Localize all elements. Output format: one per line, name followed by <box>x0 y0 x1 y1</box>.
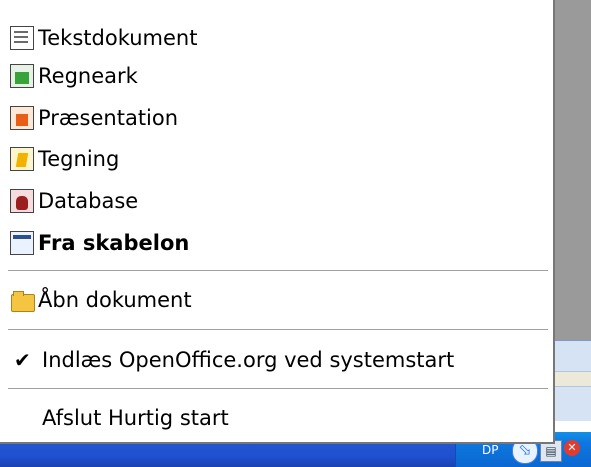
tray-label: DP <box>482 443 499 457</box>
menu-item-aabn-dokument[interactable]: Åbn dokument <box>0 280 553 320</box>
menu-item-database[interactable]: Database <box>0 181 553 221</box>
menu-separator <box>8 329 548 331</box>
security-alert-icon[interactable]: ✕ <box>564 440 580 456</box>
menu-item-label: Præsentation <box>38 106 179 130</box>
menu-item-label: Regneark <box>38 64 138 88</box>
menu-item-fra-skabelon[interactable]: Fra skabelon <box>0 223 553 263</box>
background-window-band <box>555 371 591 387</box>
template-icon <box>10 231 34 255</box>
menu-item-regneark[interactable]: Regneark <box>0 56 553 96</box>
menu-item-label: Tekstdokument <box>38 26 198 50</box>
menu-item-tegning[interactable]: Tegning <box>0 139 553 179</box>
checkmark-icon: ✔ <box>14 348 31 372</box>
menu-item-label: Afslut Hurtig start <box>42 406 229 430</box>
menu-item-label: Åbn dokument <box>38 288 192 312</box>
base-database-icon <box>10 189 34 213</box>
menu-item-afslut-hurtig-start[interactable]: Afslut Hurtig start <box>0 398 553 438</box>
menu-separator <box>8 388 548 390</box>
impress-presentation-icon <box>10 106 34 130</box>
menu-item-tekstdokument[interactable]: Tekstdokument <box>0 18 553 58</box>
menu-item-label: Indlæs OpenOffice.org ved systemstart <box>42 348 455 372</box>
menu-item-label: Fra skabelon <box>38 231 190 255</box>
draw-drawing-icon <box>10 147 34 171</box>
background-window-edge <box>555 340 591 421</box>
menu-item-label: Tegning <box>38 147 120 171</box>
desktop-background <box>555 0 591 340</box>
writer-document-icon <box>10 26 34 50</box>
menu-item-label: Database <box>38 189 139 213</box>
calc-spreadsheet-icon <box>10 64 34 88</box>
menu-separator <box>8 270 548 272</box>
quickstart-context-menu: Tekstdokument Regneark Præsentation Tegn… <box>0 0 555 444</box>
menu-item-praesentation[interactable]: Præsentation <box>0 98 553 138</box>
menu-item-indlaes-ved-systemstart[interactable]: ✔ Indlæs OpenOffice.org ved systemstart <box>0 340 553 380</box>
open-folder-icon <box>10 288 35 312</box>
